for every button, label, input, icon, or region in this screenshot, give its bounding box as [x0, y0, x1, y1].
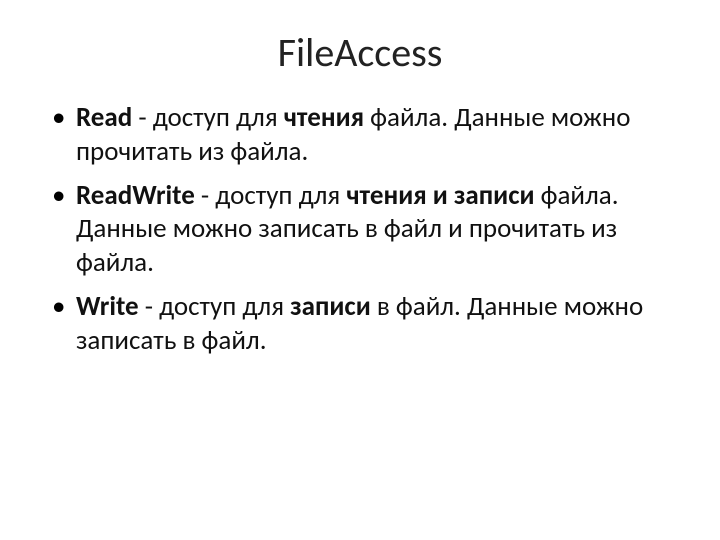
- text-emph: записи: [290, 290, 371, 323]
- list-item: Write - доступ для записи в файл. Данные…: [48, 290, 672, 358]
- bullet-list: Read - доступ для чтения файла. Данные м…: [48, 101, 672, 357]
- text-pre: - доступ для: [139, 290, 291, 323]
- list-item: Read - доступ для чтения файла. Данные м…: [48, 101, 672, 169]
- text-emph: чтения и записи: [346, 179, 534, 212]
- term: Read: [76, 101, 132, 134]
- text-pre: - доступ для: [195, 179, 347, 212]
- term: Write: [76, 290, 139, 323]
- text-pre: - доступ для: [132, 101, 284, 134]
- term: ReadWrite: [76, 179, 195, 212]
- list-item: ReadWrite - доступ для чтения и записи ф…: [48, 179, 672, 280]
- slide: FileAccess Read - доступ для чтения файл…: [0, 0, 720, 540]
- slide-title: FileAccess: [48, 28, 672, 77]
- text-emph: чтения: [284, 101, 364, 134]
